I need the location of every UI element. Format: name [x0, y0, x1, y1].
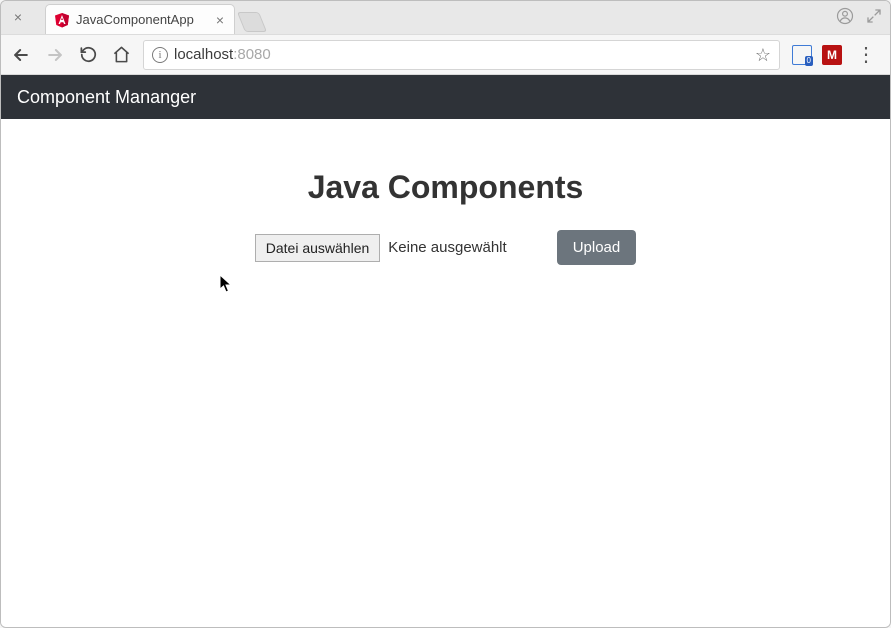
page-viewport: Component Mananger Java Components Datei… [1, 75, 890, 627]
upload-form: Datei auswählen Keine ausgewählt Upload [1, 230, 890, 265]
home-button[interactable] [112, 45, 131, 64]
tab-close-icon[interactable]: × [216, 13, 224, 27]
site-info-icon[interactable]: i [152, 47, 168, 63]
file-selection-status: Keine ausgewählt [388, 239, 506, 256]
window-close-button[interactable]: × [9, 9, 27, 27]
forward-button[interactable] [45, 45, 65, 65]
app-navbar: Component Mananger [1, 75, 890, 119]
tab-title: JavaComponentApp [76, 12, 210, 27]
page-body: Java Components Datei auswählen Keine au… [1, 119, 890, 627]
address-bar[interactable]: i localhost:8080 ☆ [143, 40, 780, 70]
browser-window: × JavaComponentApp × [0, 0, 891, 628]
reload-button[interactable] [79, 45, 98, 64]
window-maximize-icon[interactable] [866, 8, 882, 24]
file-choose-button[interactable]: Datei auswählen [255, 234, 381, 262]
extension-devtools-badge: 0 [805, 56, 813, 66]
toolbar-right: 0 M ⋮ [792, 45, 880, 65]
url-host: localhost [174, 46, 233, 63]
extension-mendeley-icon[interactable]: M [822, 45, 842, 65]
angular-icon [54, 12, 70, 28]
browser-menu-icon[interactable]: ⋮ [852, 45, 880, 65]
nav-icons [11, 45, 131, 65]
app-navbar-title: Component Mananger [17, 87, 196, 108]
url-port: :8080 [233, 46, 271, 63]
browser-tab[interactable]: JavaComponentApp × [45, 4, 235, 34]
browser-toolbar: i localhost:8080 ☆ 0 M ⋮ [1, 35, 890, 75]
browser-titlebar: × JavaComponentApp × [1, 1, 890, 35]
extension-devtools-icon[interactable]: 0 [792, 45, 812, 65]
new-tab-button[interactable] [237, 12, 267, 32]
back-button[interactable] [11, 45, 31, 65]
upload-button[interactable]: Upload [557, 230, 637, 265]
page-heading: Java Components [1, 169, 890, 206]
user-account-icon[interactable] [836, 7, 854, 25]
url-text: localhost:8080 [174, 46, 271, 63]
window-controls [836, 7, 882, 25]
bookmark-star-icon[interactable]: ☆ [755, 46, 771, 64]
file-input[interactable]: Datei auswählen [255, 234, 381, 262]
